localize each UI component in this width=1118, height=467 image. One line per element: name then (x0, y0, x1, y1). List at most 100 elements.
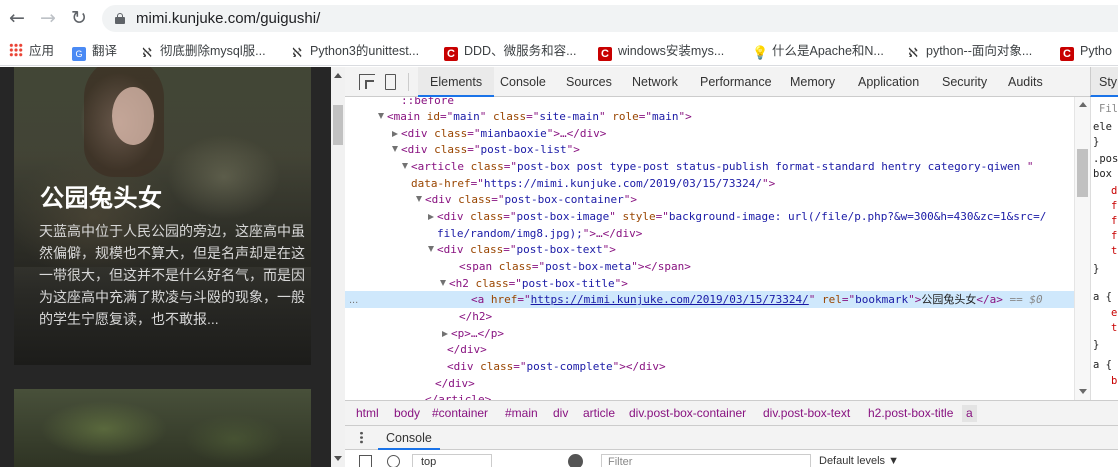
levels-dropdown[interactable]: Default levels ▼ (819, 454, 899, 467)
bookmark-item[interactable]: C DDD、微服务和容... (444, 43, 577, 61)
code-line[interactable]: <div class="post-box-list"> (392, 142, 580, 158)
scroll-down-icon[interactable] (334, 456, 342, 461)
bookmarks-bar: 应用 G 翻译 ℵ 彻底删除mysql服... ℵ Python3的unittest.… (0, 36, 1118, 66)
breadcrumb-item[interactable]: div (553, 405, 568, 422)
inspect-element-icon[interactable] (359, 74, 375, 90)
code-line[interactable]: file/random/img8.jpg);">…</div> (437, 226, 642, 242)
code-line[interactable]: ::before (401, 97, 454, 109)
styles-line: b (1111, 375, 1118, 387)
breadcrumb-item[interactable]: article (583, 405, 615, 422)
tab-elements[interactable]: Elements (418, 67, 495, 97)
bulb-icon: 💡 (752, 45, 769, 60)
styles-line: } (1093, 263, 1100, 275)
scroll-down-icon[interactable] (1079, 389, 1087, 394)
styles-line: e (1111, 307, 1118, 319)
tab-audits[interactable]: Audits (1008, 67, 1043, 97)
more-actions-icon[interactable]: ... (349, 294, 358, 306)
code-line[interactable]: </div> (447, 342, 487, 358)
filter-input[interactable]: Filter (601, 454, 811, 467)
context-select[interactable]: top (412, 454, 492, 467)
code-line[interactable]: </article> (425, 392, 491, 400)
styles-line: box (1093, 168, 1112, 180)
tab-application[interactable]: Application (858, 67, 919, 97)
tab-security[interactable]: Security (942, 67, 987, 97)
code-line[interactable]: <article class="post-box post type-post … (402, 159, 1034, 175)
tab-memory[interactable]: Memory (790, 67, 835, 97)
code-line[interactable]: <div class="post-box-image" style="backg… (428, 209, 1046, 225)
collapse-triangle-icon[interactable] (428, 214, 434, 220)
tab-styles[interactable]: Sty (1090, 67, 1118, 97)
bookmark-item[interactable]: G 翻译 (72, 43, 118, 61)
device-toolbar-icon[interactable] (385, 74, 396, 90)
code-line[interactable]: <a href="https://mimi.kunjuke.com/2019/0… (471, 292, 1043, 308)
scroll-up-icon[interactable] (334, 73, 342, 78)
breadcrumb-item-selected[interactable]: a (962, 405, 977, 422)
c-logo-icon: C (1060, 47, 1074, 61)
breadcrumb-item[interactable]: div.post-box-text (763, 405, 850, 422)
devtools-panel: Elements Console Sources Network Perform… (345, 67, 1118, 467)
drawer-tab-console[interactable]: Console (378, 426, 440, 450)
tab-sources[interactable]: Sources (566, 67, 612, 97)
scrollbar-thumb[interactable] (1077, 149, 1088, 197)
collapse-triangle-icon[interactable] (392, 131, 398, 137)
post-card[interactable] (14, 389, 311, 467)
bookmark-item[interactable]: Cwindows安装mys... (598, 43, 725, 61)
code-line[interactable]: </div> (435, 376, 475, 392)
bookmark-item[interactable]: C Pytho (1060, 43, 1112, 61)
eye-icon[interactable] (568, 454, 583, 467)
scrollbar-thumb[interactable] (333, 105, 343, 145)
code-line[interactable]: <div class="post-complete"></div> (447, 359, 666, 375)
page-scrollbar[interactable] (331, 67, 345, 467)
elements-scrollbar[interactable] (1074, 97, 1090, 400)
bookmark-item[interactable]: ℵ 彻底删除mysql服... (140, 43, 266, 60)
collapse-triangle-icon[interactable] (442, 331, 448, 337)
expand-triangle-icon[interactable] (402, 163, 408, 169)
expand-triangle-icon[interactable] (440, 280, 446, 286)
bookmark-item[interactable]: 应用 (9, 43, 54, 60)
breadcrumb-item[interactable]: #main (505, 405, 538, 422)
bookmark-item[interactable]: 💡 什么是Apache和N... (752, 43, 884, 60)
tab-network[interactable]: Network (632, 67, 678, 97)
elements-tree[interactable]: ... ::before <main id="main" class="site-… (345, 97, 1074, 400)
breadcrumb-item[interactable]: body (394, 405, 420, 422)
page-viewport: 公园兔头女 天蓝高中位于人民公园的旁边，这座高中虽然偏僻，规模也不算大，但是名声… (0, 67, 345, 467)
expand-triangle-icon[interactable] (428, 246, 434, 252)
expand-triangle-icon[interactable] (392, 146, 398, 152)
bookmark-item[interactable]: ℵ Python3的unittest... (290, 43, 419, 60)
breadcrumb-item[interactable]: html (356, 405, 379, 422)
reload-icon[interactable]: ↻ (67, 6, 91, 30)
code-line[interactable]: <main id="main" class="site-main" role="… (378, 109, 692, 125)
bookmark-label: windows安装mys... (618, 44, 725, 58)
code-line[interactable]: <div class="post-box-container"> (416, 192, 637, 208)
bookmark-label: 彻底删除mysql服... (160, 44, 266, 58)
scroll-up-icon[interactable] (1079, 102, 1087, 107)
code-line[interactable]: <div class="post-box-text"> (428, 242, 616, 258)
tab-performance[interactable]: Performance (700, 67, 772, 97)
expand-triangle-icon[interactable] (378, 113, 384, 119)
k-logo-icon: ℵ (908, 45, 918, 60)
bookmark-label: 翻译 (92, 44, 118, 58)
breadcrumb-item[interactable]: div.post-box-container (629, 405, 746, 422)
sidebar-toggle-icon[interactable] (359, 455, 372, 467)
drawer-menu-icon[interactable] (360, 431, 363, 444)
code-line[interactable]: <div class="mianbaoxie">…</div> (392, 126, 606, 142)
code-line[interactable]: <p>…</p> (442, 326, 504, 342)
back-arrow-icon[interactable]: ← (5, 6, 29, 30)
code-line[interactable]: <span class="post-box-meta"></span> (459, 259, 691, 275)
post-card[interactable]: 公园兔头女 天蓝高中位于人民公园的旁边，这座高中虽然偏僻，规模也不算大，但是名声… (14, 67, 311, 365)
breadcrumb-item[interactable]: h2.post-box-title (868, 405, 953, 422)
post-title[interactable]: 公园兔头女 (40, 178, 163, 213)
forward-arrow-icon[interactable]: → (36, 6, 60, 30)
clear-console-icon[interactable] (387, 455, 400, 467)
breadcrumb-item[interactable]: #container (432, 405, 488, 422)
address-bar[interactable]: mimi.kunjuke.com/guigushi/ (102, 5, 1118, 32)
code-line[interactable]: </h2> (459, 309, 492, 325)
code-line[interactable]: <h2 class="post-box-title"> (440, 276, 628, 292)
styles-pane[interactable]: Filtele}.posboxdffft}a {et}a {b (1090, 97, 1118, 400)
expand-triangle-icon[interactable] (416, 196, 422, 202)
tab-console[interactable]: Console (500, 67, 546, 97)
bookmark-item[interactable]: ℵ python--面向对象... (906, 43, 1032, 60)
bookmark-label: Pytho (1080, 44, 1112, 58)
code-line[interactable]: data-href="https://mimi.kunjuke.com/2019… (411, 176, 775, 192)
styles-line: d (1111, 185, 1118, 197)
